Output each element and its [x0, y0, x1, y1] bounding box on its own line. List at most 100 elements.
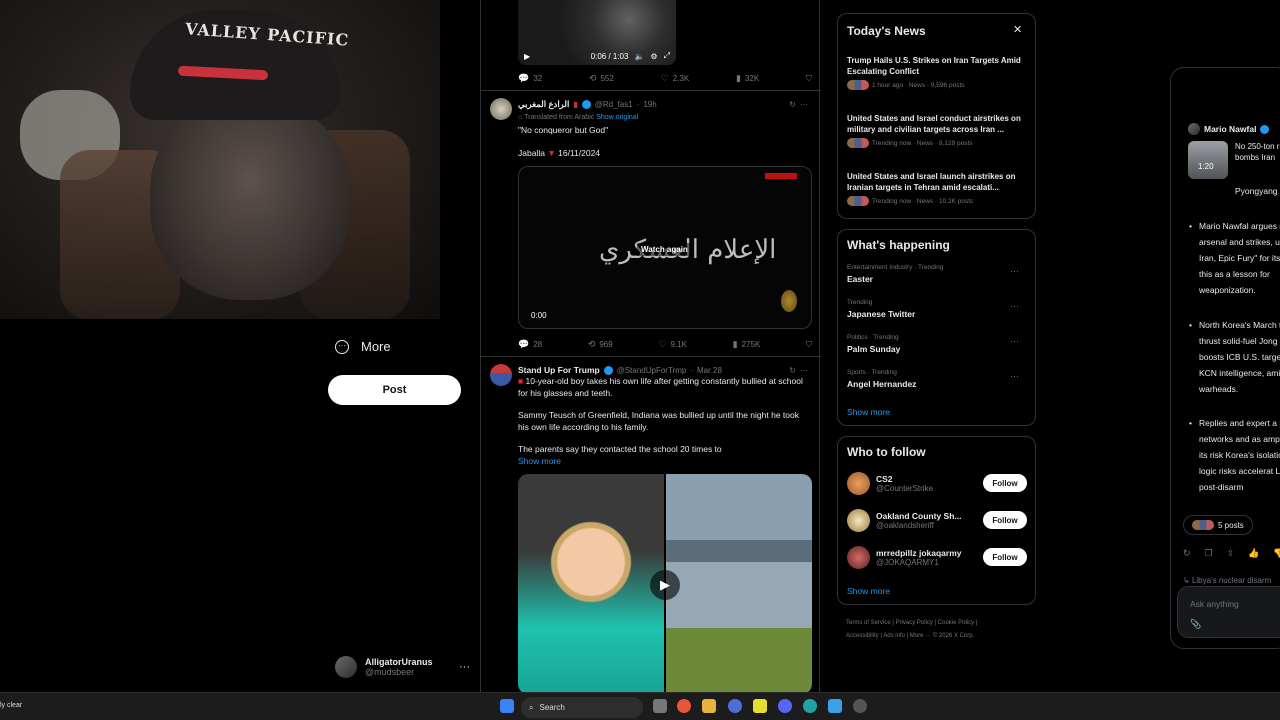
views-button[interactable]: ▮ 275K: [733, 339, 761, 350]
close-icon[interactable]: ✕: [1013, 23, 1022, 36]
app-icon[interactable]: [753, 699, 767, 713]
start-icon[interactable]: [500, 699, 514, 713]
divider: [481, 90, 821, 91]
news-item[interactable]: United States and Israel conduct airstri…: [847, 113, 1029, 148]
author-name[interactable]: Stand Up For Trump: [518, 365, 600, 375]
account-handle: @mudsbeer: [365, 667, 415, 677]
attach-icon[interactable]: 📎: [1190, 619, 1201, 630]
author-handle[interactable]: @StandUpForTrmp: [617, 366, 687, 375]
photo-field: [666, 474, 812, 694]
trend-item[interactable]: Trending Japanese Twitter ···: [847, 299, 1029, 319]
obs-icon[interactable]: [853, 699, 867, 713]
edge-icon[interactable]: [803, 699, 817, 713]
settings-icon[interactable]: ⚙: [650, 52, 657, 61]
account-switcher[interactable]: AlligatorUranus @mudsbeer ···: [335, 656, 470, 678]
tweet-text: "No conqueror but God" Jaballa ▼ 16/11/2…: [518, 125, 609, 158]
reply-button[interactable]: 💬 32: [518, 73, 542, 84]
verified-badge-icon: [1260, 124, 1270, 134]
reply-button[interactable]: 💬 28: [518, 339, 542, 350]
bookmark-icon[interactable]: ⛉: [806, 340, 812, 350]
trend-item[interactable]: Entertainment Industry · Trending Easter …: [847, 264, 1029, 284]
video-time: 0:06 / 1:03: [590, 51, 629, 61]
nav-more-label: More: [361, 339, 391, 354]
grok-icon[interactable]: ↻: [789, 366, 796, 375]
thumbs-down-icon[interactable]: 👎: [1273, 548, 1280, 559]
repost-button[interactable]: ⟲ 552: [589, 73, 614, 84]
copy-icon[interactable]: ❐: [1205, 548, 1213, 559]
sources-pill[interactable]: 5 posts: [1183, 515, 1253, 535]
share-icon[interactable]: ⇪: [1227, 548, 1235, 559]
followup-suggestion[interactable]: ↳ Libya's nuclear disarm: [1183, 576, 1271, 585]
like-button[interactable]: ♡ 9.1K: [658, 339, 687, 350]
more-dots-icon[interactable]: ···: [1010, 266, 1019, 276]
more-dots-icon[interactable]: ···: [459, 661, 470, 673]
more-dots-icon[interactable]: ···: [1010, 301, 1019, 311]
show-more-link[interactable]: Show more: [847, 407, 890, 417]
grok-card-sub: Pyongyang: [1235, 186, 1278, 196]
news-item[interactable]: United States and Israel launch airstrik…: [847, 171, 1029, 206]
tweet-actions: 💬 32 ⟲ 552 ♡ 2.3K ▮ 32K ⛉: [518, 73, 812, 84]
news-item[interactable]: Trump Hails U.S. Strikes on Iran Targets…: [847, 55, 1029, 90]
show-more-link[interactable]: Show more: [518, 456, 812, 468]
grok-bullet: North Korea's March ton thrust solid-fue…: [1189, 317, 1280, 397]
grok-panel: Mario Nawfal 1:20 No 250-ton roc bombs I…: [1170, 67, 1280, 649]
grok-bullet: Mario Nawfal argues nuclear arsenal and …: [1189, 218, 1280, 298]
face: [150, 100, 350, 300]
avatar[interactable]: [490, 364, 512, 386]
avatar: [847, 546, 870, 569]
firefox-icon[interactable]: [677, 699, 691, 713]
footer-links[interactable]: Terms of Service | Privacy Policy | Cook…: [846, 617, 1036, 643]
tweet-text: ■ 10-year-old boy takes his own life aft…: [518, 376, 812, 467]
repost-button[interactable]: ⟲ 969: [588, 339, 613, 350]
browser-icon[interactable]: [728, 699, 742, 713]
avatar[interactable]: [490, 98, 512, 120]
thumbs-up-icon[interactable]: 👍: [1248, 548, 1259, 559]
tweet-actions: 💬 28 ⟲ 969 ♡ 9.1K ▮ 275K ⛉: [518, 339, 812, 350]
tweet-time[interactable]: 19h: [643, 100, 656, 109]
timeline[interactable]: ▶ 0:06 / 1:03 🔈 ⚙ ⤢ 💬 32 ⟲ 552 ♡ 2.3K ▮ 32K …: [480, 0, 821, 694]
show-original-link[interactable]: Show original: [596, 114, 638, 121]
discord-icon[interactable]: [778, 699, 792, 713]
tweet-time[interactable]: Mar 28: [697, 366, 722, 375]
views-button[interactable]: ▮ 32K: [736, 73, 759, 84]
play-icon[interactable]: ▶: [524, 52, 530, 61]
nav-more[interactable]: ··· More: [335, 339, 391, 354]
webcam-feed: VALLEY PACIFIC: [0, 0, 440, 319]
author-handle[interactable]: @Rd_fas1: [595, 100, 633, 109]
author-name[interactable]: الرادع المغربي: [518, 99, 569, 110]
more-dots-icon[interactable]: ···: [800, 366, 808, 375]
more-dots-icon[interactable]: ···: [800, 100, 808, 109]
show-more-link[interactable]: Show more: [847, 586, 890, 596]
follow-button[interactable]: Follow: [983, 474, 1027, 492]
verified-badge-icon: [581, 100, 591, 109]
grok-card-thumbnail[interactable]: 1:20: [1188, 141, 1228, 179]
trend-item[interactable]: Politics · Trending Palm Sunday ···: [847, 334, 1029, 354]
bookmark-icon[interactable]: ⛉: [806, 74, 812, 84]
regenerate-icon[interactable]: ↻: [1183, 548, 1191, 559]
ask-grok-input[interactable]: Ask anything 📎: [1177, 586, 1280, 638]
search-icon: ⌕: [529, 702, 534, 712]
trend-item[interactable]: Sports · Trending Angel Hernandez ···: [847, 369, 1029, 389]
tweet-video[interactable]: ▶: [518, 474, 812, 694]
avatar: [1188, 123, 1200, 135]
fullscreen-icon[interactable]: ⤢: [664, 51, 670, 61]
grok-bullet: Replies and expert a proxy networks and …: [1189, 415, 1280, 495]
follow-button[interactable]: Follow: [983, 511, 1027, 529]
more-dots-icon[interactable]: ···: [1010, 336, 1019, 346]
follow-button[interactable]: Follow: [983, 548, 1027, 566]
like-button[interactable]: ♡ 2.3K: [661, 73, 690, 84]
post-button[interactable]: Post: [328, 375, 461, 405]
video-player[interactable]: ▶ 0:06 / 1:03 🔈 ⚙ ⤢: [518, 0, 676, 65]
folder-icon[interactable]: [702, 699, 716, 713]
grok-card-author[interactable]: Mario Nawfal: [1188, 123, 1270, 135]
volume-icon[interactable]: 🔈: [634, 52, 644, 61]
task-view-icon[interactable]: [653, 699, 667, 713]
who-to-follow-panel: Who to follow CS2 @CounterStrike Follow O…: [837, 436, 1036, 605]
more-dots-icon[interactable]: ···: [1010, 371, 1019, 381]
video-player[interactable]: اﻹﻋﻼم ﺍﻟﻌﺴﻜﺮﻱ Watch again 0:00: [518, 166, 812, 329]
play-icon[interactable]: ▶: [650, 570, 680, 600]
paint-icon[interactable]: [828, 699, 842, 713]
watch-again-button[interactable]: Watch again: [637, 243, 692, 256]
taskbar-search[interactable]: ⌕ Search: [521, 697, 643, 718]
grok-icon[interactable]: ↻: [789, 100, 796, 109]
